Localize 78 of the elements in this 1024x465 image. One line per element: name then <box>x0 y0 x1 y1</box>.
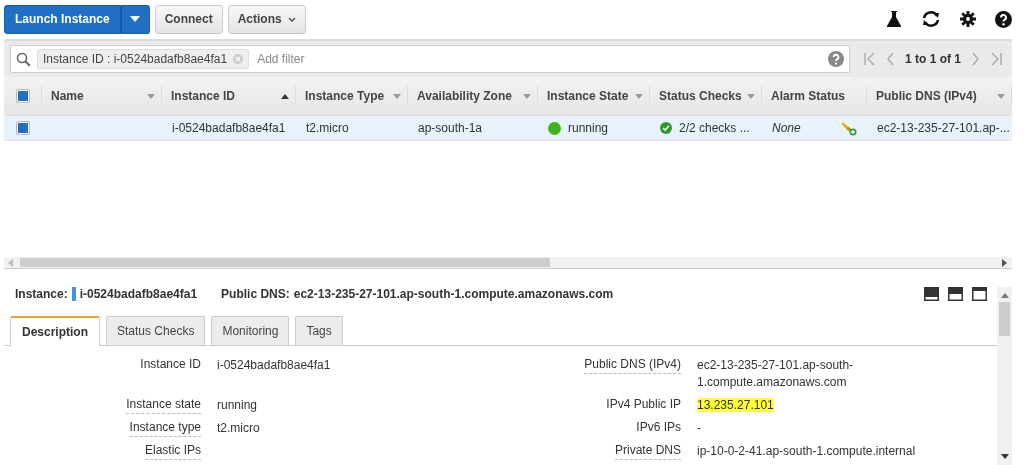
public-dns-value: ec2-13-235-27-101.ap-south-1.compute.amazonaws.com <box>293 287 614 301</box>
column-header[interactable]: Availability Zone <box>417 89 512 103</box>
scroll-up-icon[interactable] <box>1000 293 1009 298</box>
table-cell: running <box>568 121 609 135</box>
field-value: ip-10-0-2-41.ap-south-1.compute.internal <box>697 444 916 458</box>
field-label: Instance type <box>129 420 201 437</box>
layout-icon[interactable] <box>924 287 939 301</box>
pagination-text: 1 to 1 of 1 <box>905 52 961 66</box>
select-all-checkbox[interactable] <box>15 89 30 103</box>
table-row[interactable]: i-0524badafb8ae4fa1 t2.micro ap-south-1a running 2/2 checks ... None ec2-13-235-27-101.ap-... <box>4 116 1012 141</box>
next-page-icon[interactable] <box>971 52 980 66</box>
settings-icon[interactable] <box>960 11 976 27</box>
first-page-icon[interactable] <box>864 52 876 66</box>
instance-id: i-0524badafb8ae4fa1 <box>79 287 198 301</box>
field-value: - <box>697 421 701 435</box>
actions-button[interactable]: Actions <box>227 4 306 34</box>
caret-icon <box>130 16 141 22</box>
dropdown-icon[interactable] <box>147 93 155 99</box>
table-cell: 2/2 checks ... <box>679 121 750 135</box>
row-checkbox[interactable] <box>16 121 30 135</box>
layout-icon[interactable] <box>948 287 963 301</box>
dropdown-icon[interactable] <box>997 93 1005 99</box>
vertical-scrollbar[interactable] <box>997 287 1012 465</box>
tab[interactable]: Monitoring <box>211 316 290 345</box>
column-header[interactable]: Instance State <box>547 89 629 103</box>
scroll-right-icon[interactable] <box>1002 258 1008 267</box>
remove-icon[interactable] <box>233 54 244 64</box>
chevron-down-icon <box>287 16 296 22</box>
launch-instance-button[interactable]: Launch Instance <box>4 4 121 34</box>
layout-icon[interactable] <box>972 287 987 301</box>
scrollbar-thumb[interactable] <box>999 302 1010 336</box>
field-label: IPv4 Public IP <box>606 397 681 411</box>
scroll-down-icon[interactable] <box>1000 454 1009 459</box>
dropdown-icon[interactable] <box>635 93 643 99</box>
table-cell: ap-south-1a <box>418 121 483 135</box>
tab[interactable]: Status Checks <box>106 316 206 345</box>
field-label: Public DNS (IPv4) <box>584 357 681 374</box>
column-header[interactable]: Public DNS (IPv4) <box>876 89 977 103</box>
column-header[interactable]: Alarm Status <box>771 89 846 103</box>
field-value: 13.235.27.101 <box>697 398 774 412</box>
filter-field[interactable]: Instance ID : i-0524badafb8ae4fa1 Add filter <box>10 45 850 73</box>
scrollbar-thumb[interactable] <box>20 258 550 267</box>
previous-page-icon[interactable] <box>886 52 895 66</box>
field-label: Instance state <box>126 397 201 414</box>
column-header[interactable]: Status Checks <box>659 89 742 103</box>
refresh-icon[interactable] <box>921 10 941 28</box>
last-page-icon[interactable] <box>990 52 1002 66</box>
field-value: i-0524badafb8ae4fa1 <box>217 358 331 372</box>
scroll-left-icon[interactable] <box>8 258 14 267</box>
table-cell: i-0524badafb8ae4fa1 <box>172 121 286 135</box>
field-label: Instance ID <box>140 357 201 371</box>
flask-icon[interactable] <box>886 10 902 28</box>
launch-menu-button[interactable] <box>120 4 150 34</box>
field-label: Elastic IPs <box>145 443 201 460</box>
horizontal-scrollbar[interactable] <box>4 257 1012 269</box>
column-header[interactable]: Instance ID <box>171 89 236 103</box>
sort-ascending-icon[interactable] <box>281 93 289 99</box>
field-value: running <box>217 398 258 412</box>
instance-label: Instance: <box>15 287 68 301</box>
tab[interactable]: Description <box>10 316 100 346</box>
column-header[interactable]: Instance Type <box>305 89 385 103</box>
dropdown-icon[interactable] <box>747 93 755 99</box>
column-header[interactable]: Name <box>51 89 84 103</box>
public-dns-label: Public DNS: <box>221 287 290 301</box>
dropdown-icon[interactable] <box>393 93 401 99</box>
dropdown-icon[interactable] <box>523 93 531 99</box>
filter-chip[interactable]: Instance ID : i-0524badafb8ae4fa1 <box>37 49 250 69</box>
field-label: IPv6 IPs <box>636 420 681 434</box>
help-icon[interactable] <box>995 10 1012 28</box>
connect-button[interactable]: Connect <box>154 4 223 34</box>
field-value: ec2-13-235-27-101.ap-south-1.compute.amazonaws.com <box>697 358 854 389</box>
table-cell: t2.micro <box>306 121 349 135</box>
search-icon <box>16 51 31 67</box>
field-label: Private DNS <box>614 443 681 460</box>
field-value: t2.micro <box>217 421 260 435</box>
tab[interactable]: Tags <box>295 316 343 345</box>
table-cell: ec2-13-235-27-101.ap-... <box>877 121 1010 135</box>
table-cell: None <box>772 121 801 135</box>
